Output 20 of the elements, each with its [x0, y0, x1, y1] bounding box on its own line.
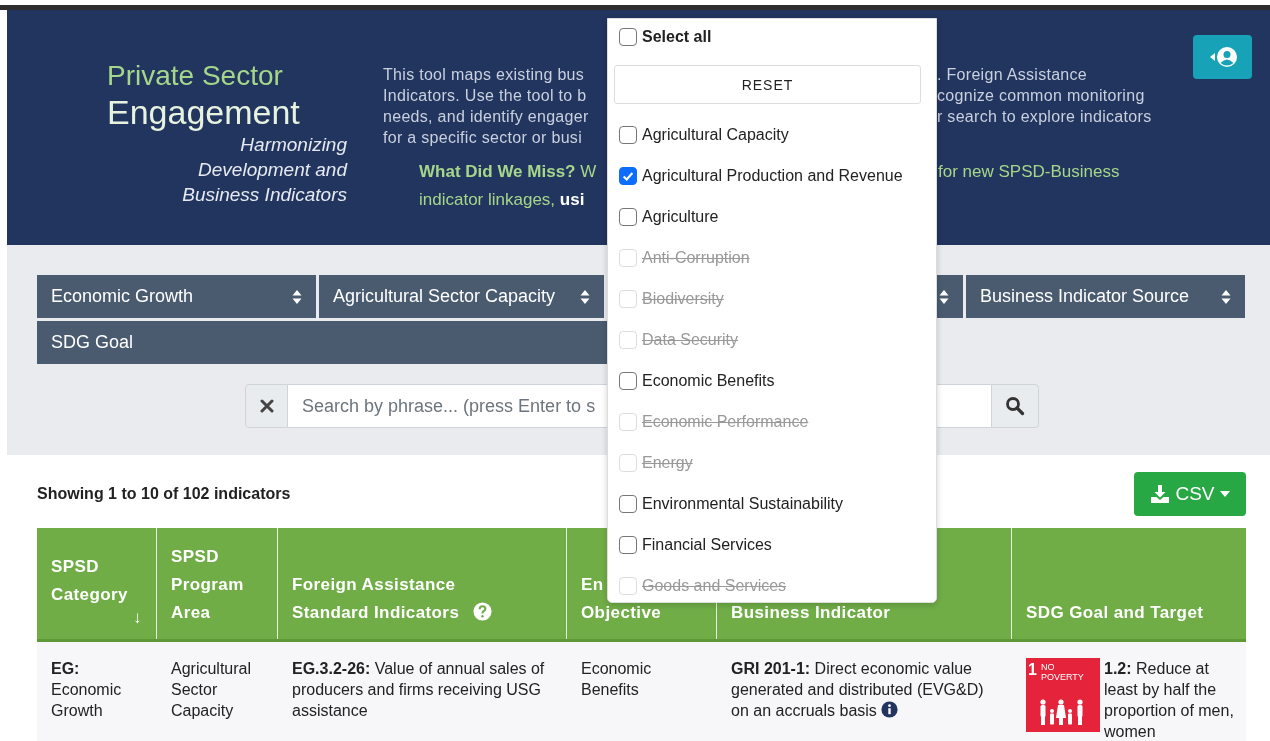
site-title: Engagement — [107, 92, 301, 132]
site-title: Private Sector — [107, 60, 284, 92]
site-subtitle: Harmonizing Development and Business Indicators — [181, 133, 347, 207]
description-text: cognize common monitoring — [937, 86, 1145, 106]
table-cell: Agricultural Sector Capacity — [171, 660, 252, 719]
table-cell: EG.3.2-26: Value of annual sales of producers and firms receiving USG assistance — [292, 660, 545, 719]
description-text: Indicators. Use the tool to b — [383, 87, 587, 104]
results-summary: Showing 1 to 10 of 102 indicators — [37, 484, 291, 503]
call-to-action-text: What Did We Miss? W — [419, 162, 597, 181]
description-text: . Foreign Assistance — [937, 65, 1088, 85]
table-cell-text: 1.2: Reduce at least by half the proportion of men, women — [1104, 659, 1235, 741]
table-cell: Economic Benefits — [581, 660, 652, 698]
call-to-action-text: indicator linkages, usi — [419, 190, 585, 209]
table-cell: GRI 201-1: Direct economic value generated and distributed (EVG&D) on an accruals basis — [731, 660, 984, 719]
table-cell: EG: Economic Growth — [51, 660, 122, 719]
description-text: r search to explore indicators — [937, 107, 1152, 127]
description-text: needs, and identify engager — [383, 108, 589, 125]
description-text: for a specific sector or busi — [383, 129, 582, 146]
call-to-action-text: for new SPSD-Business — [938, 161, 1120, 183]
description-text: This tool maps existing bus — [383, 66, 585, 83]
